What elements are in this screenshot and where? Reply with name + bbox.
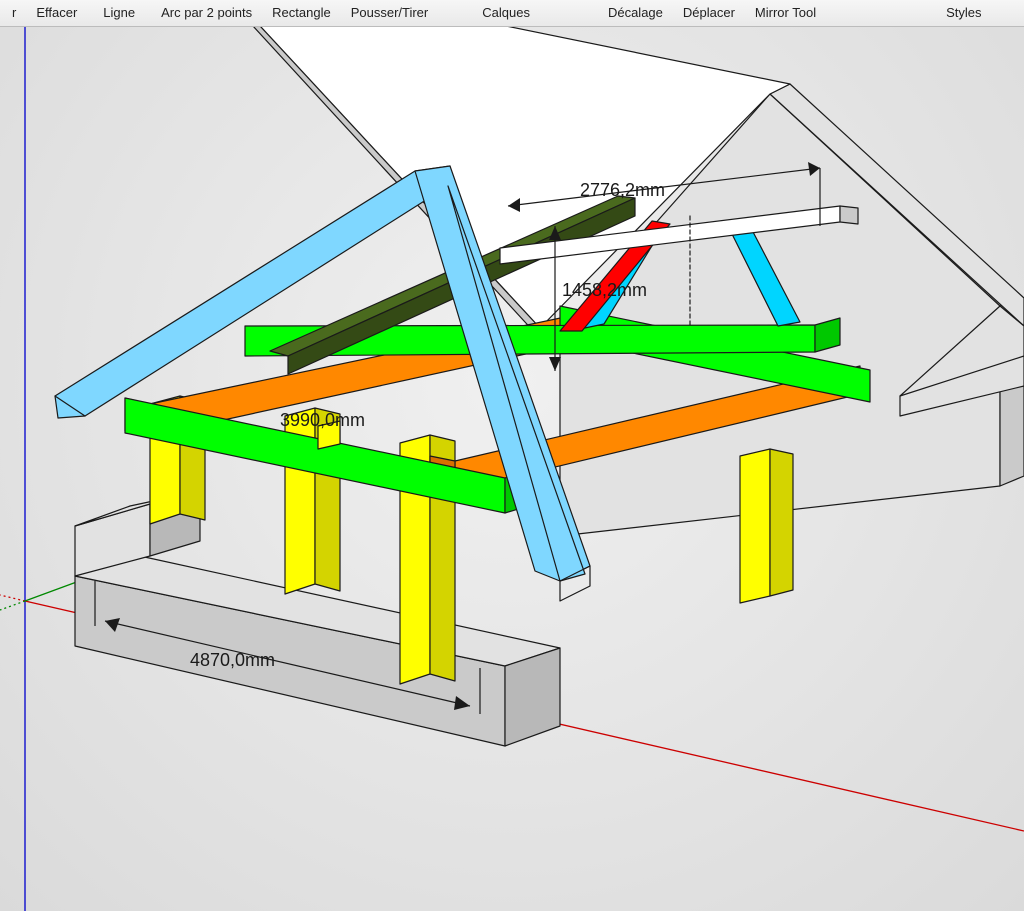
menu-styles[interactable]: Styles <box>936 0 991 26</box>
svg-text:1458,2mm: 1458,2mm <box>562 280 647 300</box>
menu-deplacer[interactable]: Déplacer <box>673 0 745 26</box>
svg-text:2776,2mm: 2776,2mm <box>580 180 665 200</box>
3d-viewport[interactable]: 2776,2mm 1458,2mm 3990,0mm 4870,0mm <box>0 26 1024 911</box>
axis-green-neg <box>0 601 25 610</box>
menu-pousser[interactable]: Pousser/Tirer <box>341 0 439 26</box>
svg-text:3990,0mm: 3990,0mm <box>280 410 365 430</box>
model-canvas[interactable]: 2776,2mm 1458,2mm 3990,0mm 4870,0mm <box>0 26 1024 911</box>
menu-rectangle[interactable]: Rectangle <box>262 0 341 26</box>
menu-mirror[interactable]: Mirror Tool <box>745 0 826 26</box>
menu-arc[interactable]: Arc par 2 points <box>151 0 262 26</box>
svg-text:4870,0mm: 4870,0mm <box>190 650 275 670</box>
menu-effacer[interactable]: Effacer <box>26 0 87 26</box>
menu-ligne[interactable]: Ligne <box>93 0 145 26</box>
menu-item-r[interactable]: r <box>2 0 26 26</box>
axis-red-neg <box>0 595 25 601</box>
menu-calques[interactable]: Calques <box>472 0 540 26</box>
menu-decalage[interactable]: Décalage <box>598 0 673 26</box>
toolbar: r Effacer Ligne Arc par 2 points Rectang… <box>0 0 1024 27</box>
